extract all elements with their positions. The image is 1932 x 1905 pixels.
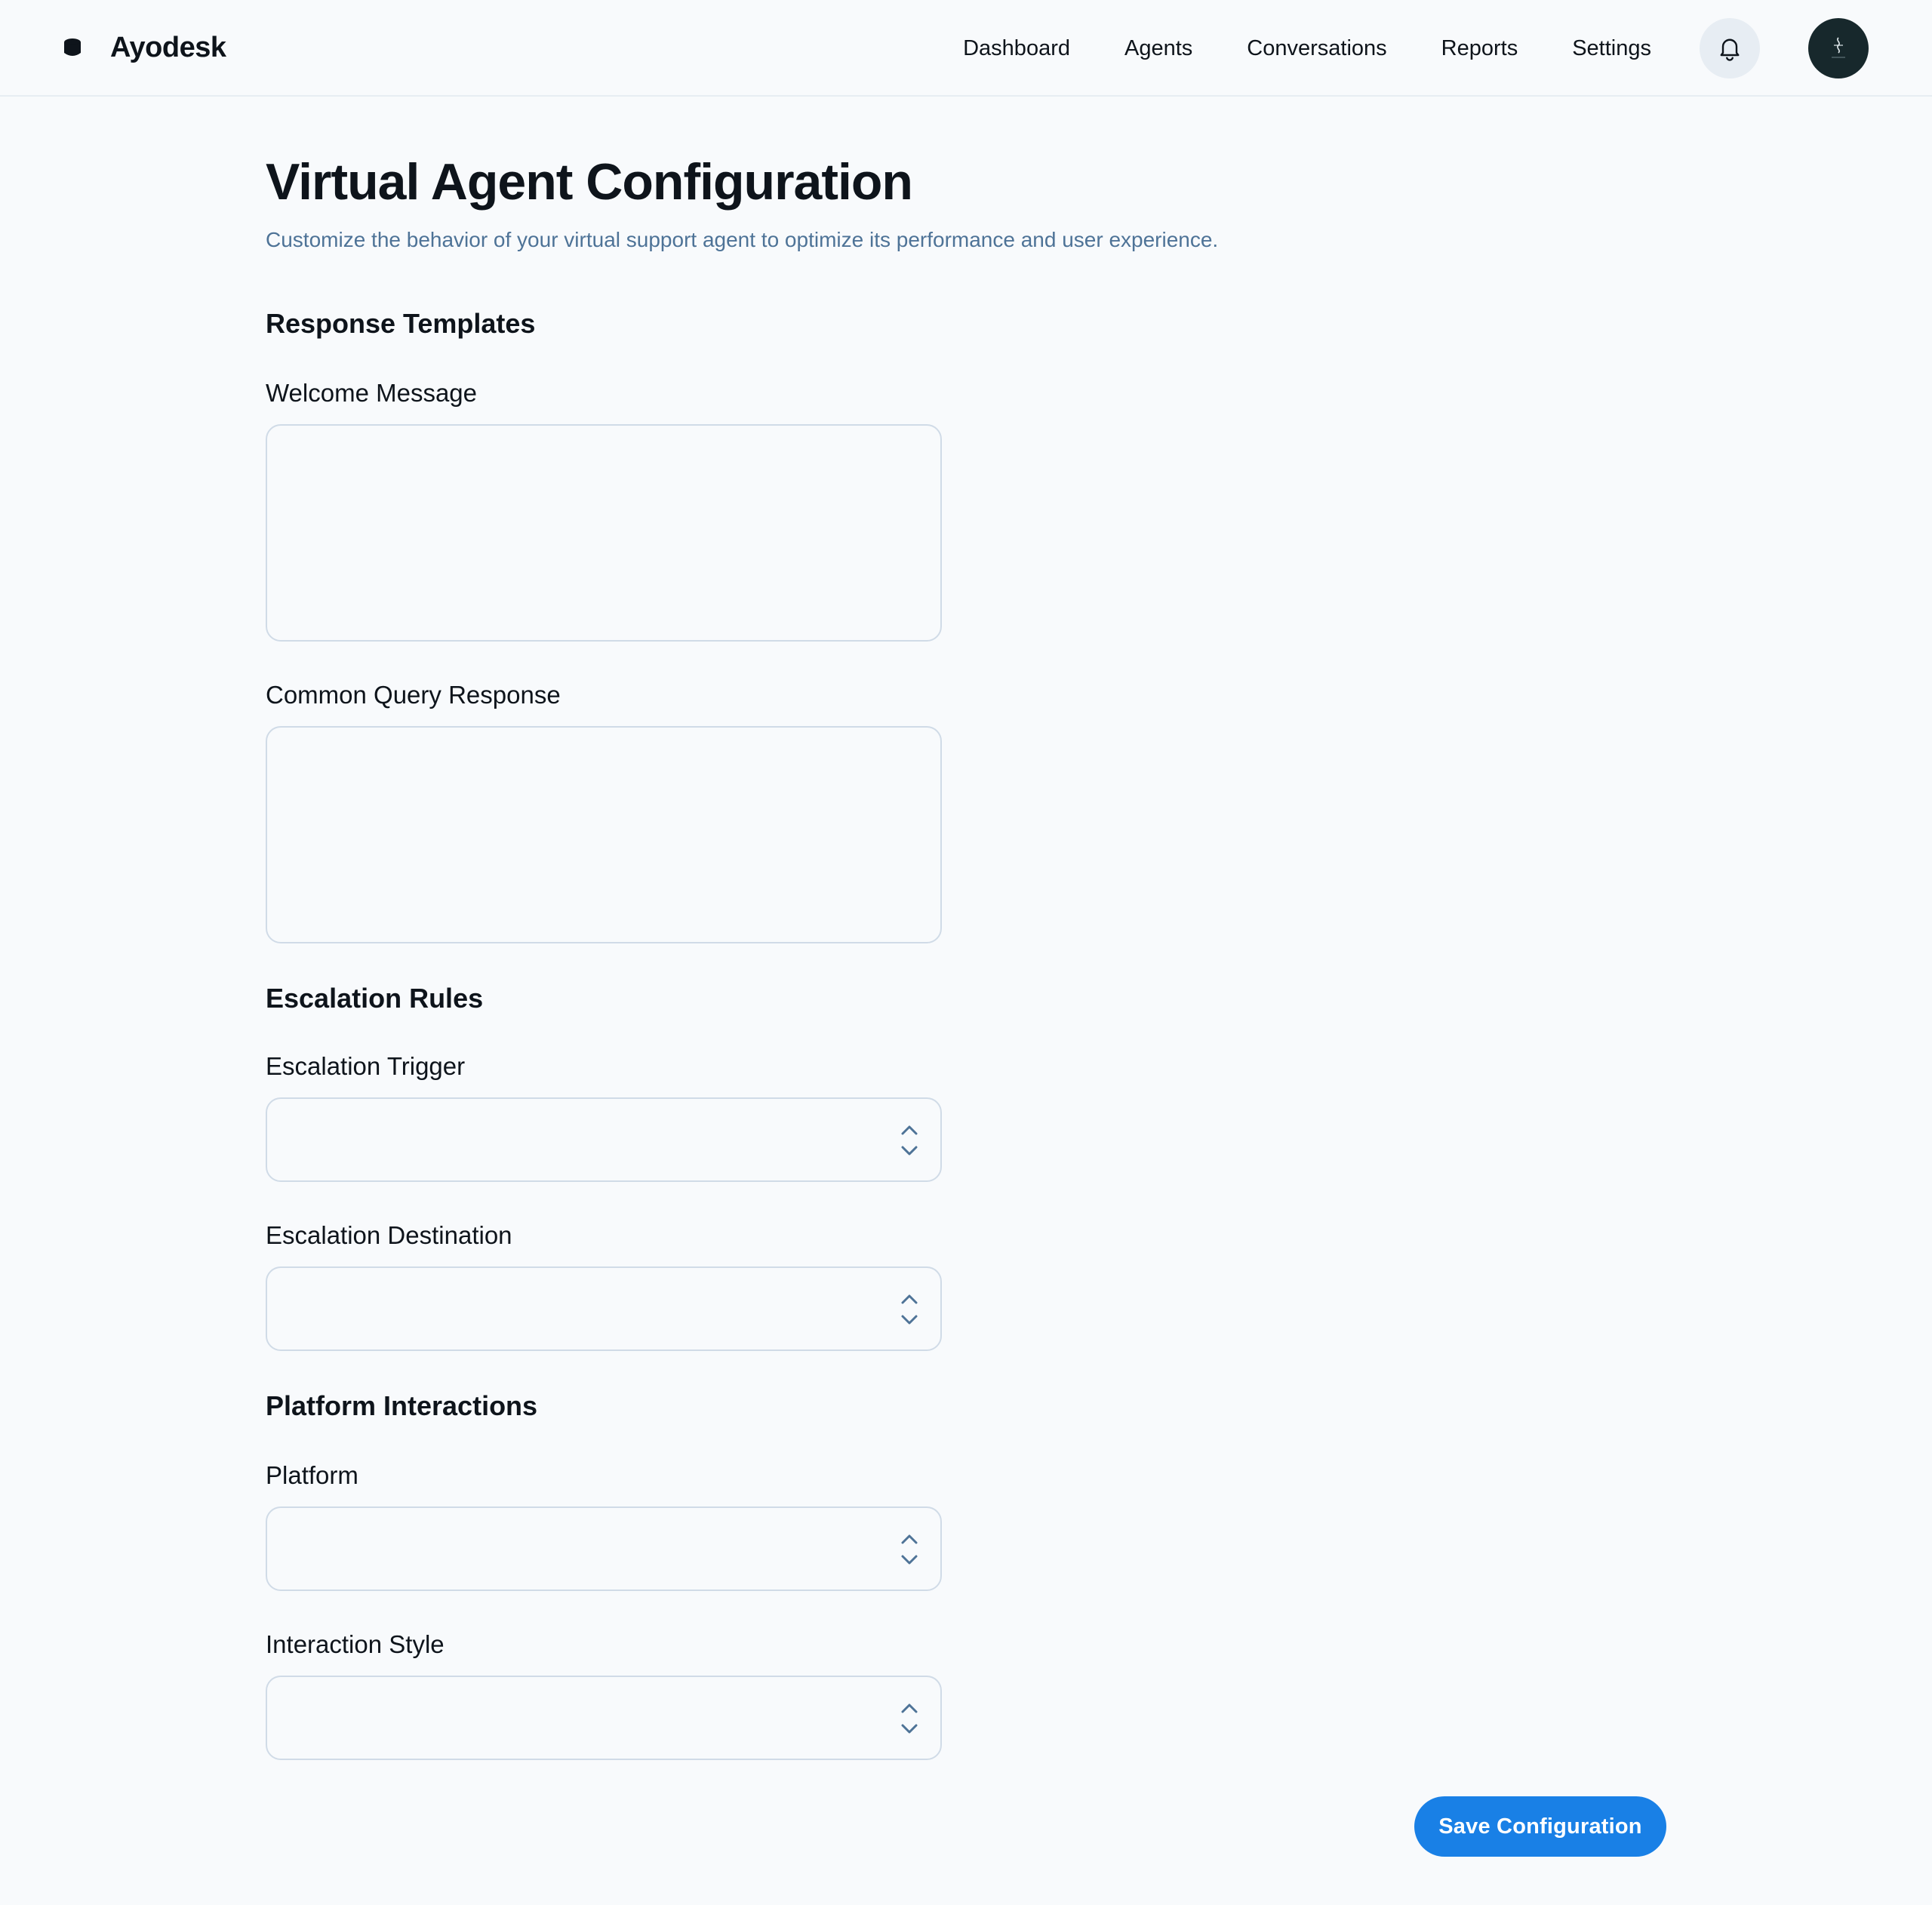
platform-select[interactable] [266,1506,942,1591]
brand[interactable]: Ayodesk [60,32,226,64]
section-response-templates: Response Templates [266,308,536,339]
chevron-up-down-icon [901,1294,918,1325]
common-query-label: Common Query Response [266,681,561,709]
nav-settings[interactable]: Settings [1572,36,1651,61]
interaction-style-label: Interaction Style [266,1630,445,1658]
escalation-trigger-label: Escalation Trigger [266,1052,466,1080]
cube-icon [64,38,81,56]
notifications-button[interactable] [1700,18,1760,78]
nav-reports[interactable]: Reports [1441,36,1518,61]
chevron-up-down-icon [901,1703,918,1734]
welcome-message-textarea[interactable] [266,424,942,642]
chevron-up-down-icon [901,1534,918,1565]
escalation-destination-label: Escalation Destination [266,1221,512,1249]
chevron-up-down-icon [901,1125,918,1156]
common-query-textarea[interactable] [266,726,942,943]
user-avatar[interactable] [1808,18,1869,78]
save-configuration-button[interactable]: Save Configuration [1414,1796,1666,1857]
section-platform-interactions: Platform Interactions [266,1390,538,1421]
escalation-destination-select[interactable] [266,1266,942,1351]
avatar-logo-icon [1832,37,1845,58]
welcome-message-label: Welcome Message [266,379,478,407]
brand-name: Ayodesk [110,31,226,63]
form-column: Response Templates Welcome Message Commo… [266,0,942,1905]
nav-dashboard[interactable]: Dashboard [963,36,1070,61]
escalation-trigger-select[interactable] [266,1097,942,1182]
nav-agents[interactable]: Agents [1124,36,1192,61]
section-escalation-rules: Escalation Rules [266,983,484,1014]
bell-icon [1720,38,1740,61]
interaction-style-select[interactable] [266,1676,942,1760]
main-nav: Dashboard Agents Conversations Reports S… [963,0,1869,97]
nav-conversations[interactable]: Conversations [1247,36,1386,61]
platform-label: Platform [266,1461,358,1489]
